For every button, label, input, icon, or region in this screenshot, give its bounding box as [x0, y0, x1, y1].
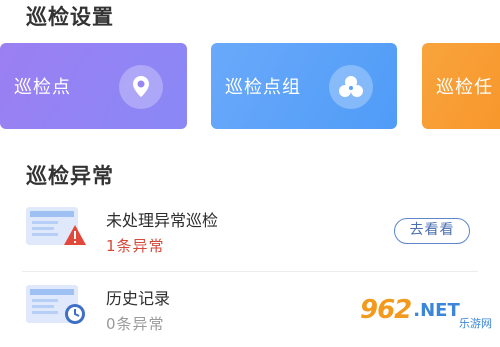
abnormal-section-title: 巡检异常 — [26, 164, 114, 188]
card-inspection-point-groups[interactable]: 巡检点组 — [211, 43, 397, 129]
watermark-net: .NET — [413, 299, 460, 321]
list-item-unhandled-abnormal[interactable]: 未处理异常巡检 1条异常 去看看 — [0, 197, 500, 269]
watermark-logo: 962 .NET 乐游网 — [360, 293, 492, 330]
location-pin-icon — [119, 65, 163, 109]
row-title: 未处理异常巡检 — [106, 211, 219, 230]
go-view-button[interactable]: 去看看 — [394, 218, 470, 244]
row-title: 历史记录 — [106, 289, 171, 308]
watermark-number: 962 — [360, 295, 412, 325]
cluster-icon — [329, 65, 373, 109]
document-warning-icon — [26, 203, 88, 249]
card-inspection-tasks[interactable]: 巡检任 — [422, 43, 500, 129]
card-inspection-points[interactable]: 巡检点 — [0, 43, 187, 129]
card-label: 巡检点组 — [225, 77, 301, 98]
document-clock-icon — [26, 281, 88, 327]
row-abnormal-count: 0条异常 — [106, 315, 165, 333]
row-abnormal-count: 1条异常 — [106, 237, 165, 255]
watermark-site: 乐游网 — [459, 317, 492, 330]
divider — [22, 271, 478, 272]
settings-section-title: 巡检设置 — [26, 5, 114, 29]
card-label: 巡检点 — [14, 77, 71, 98]
card-label: 巡检任 — [436, 77, 493, 98]
